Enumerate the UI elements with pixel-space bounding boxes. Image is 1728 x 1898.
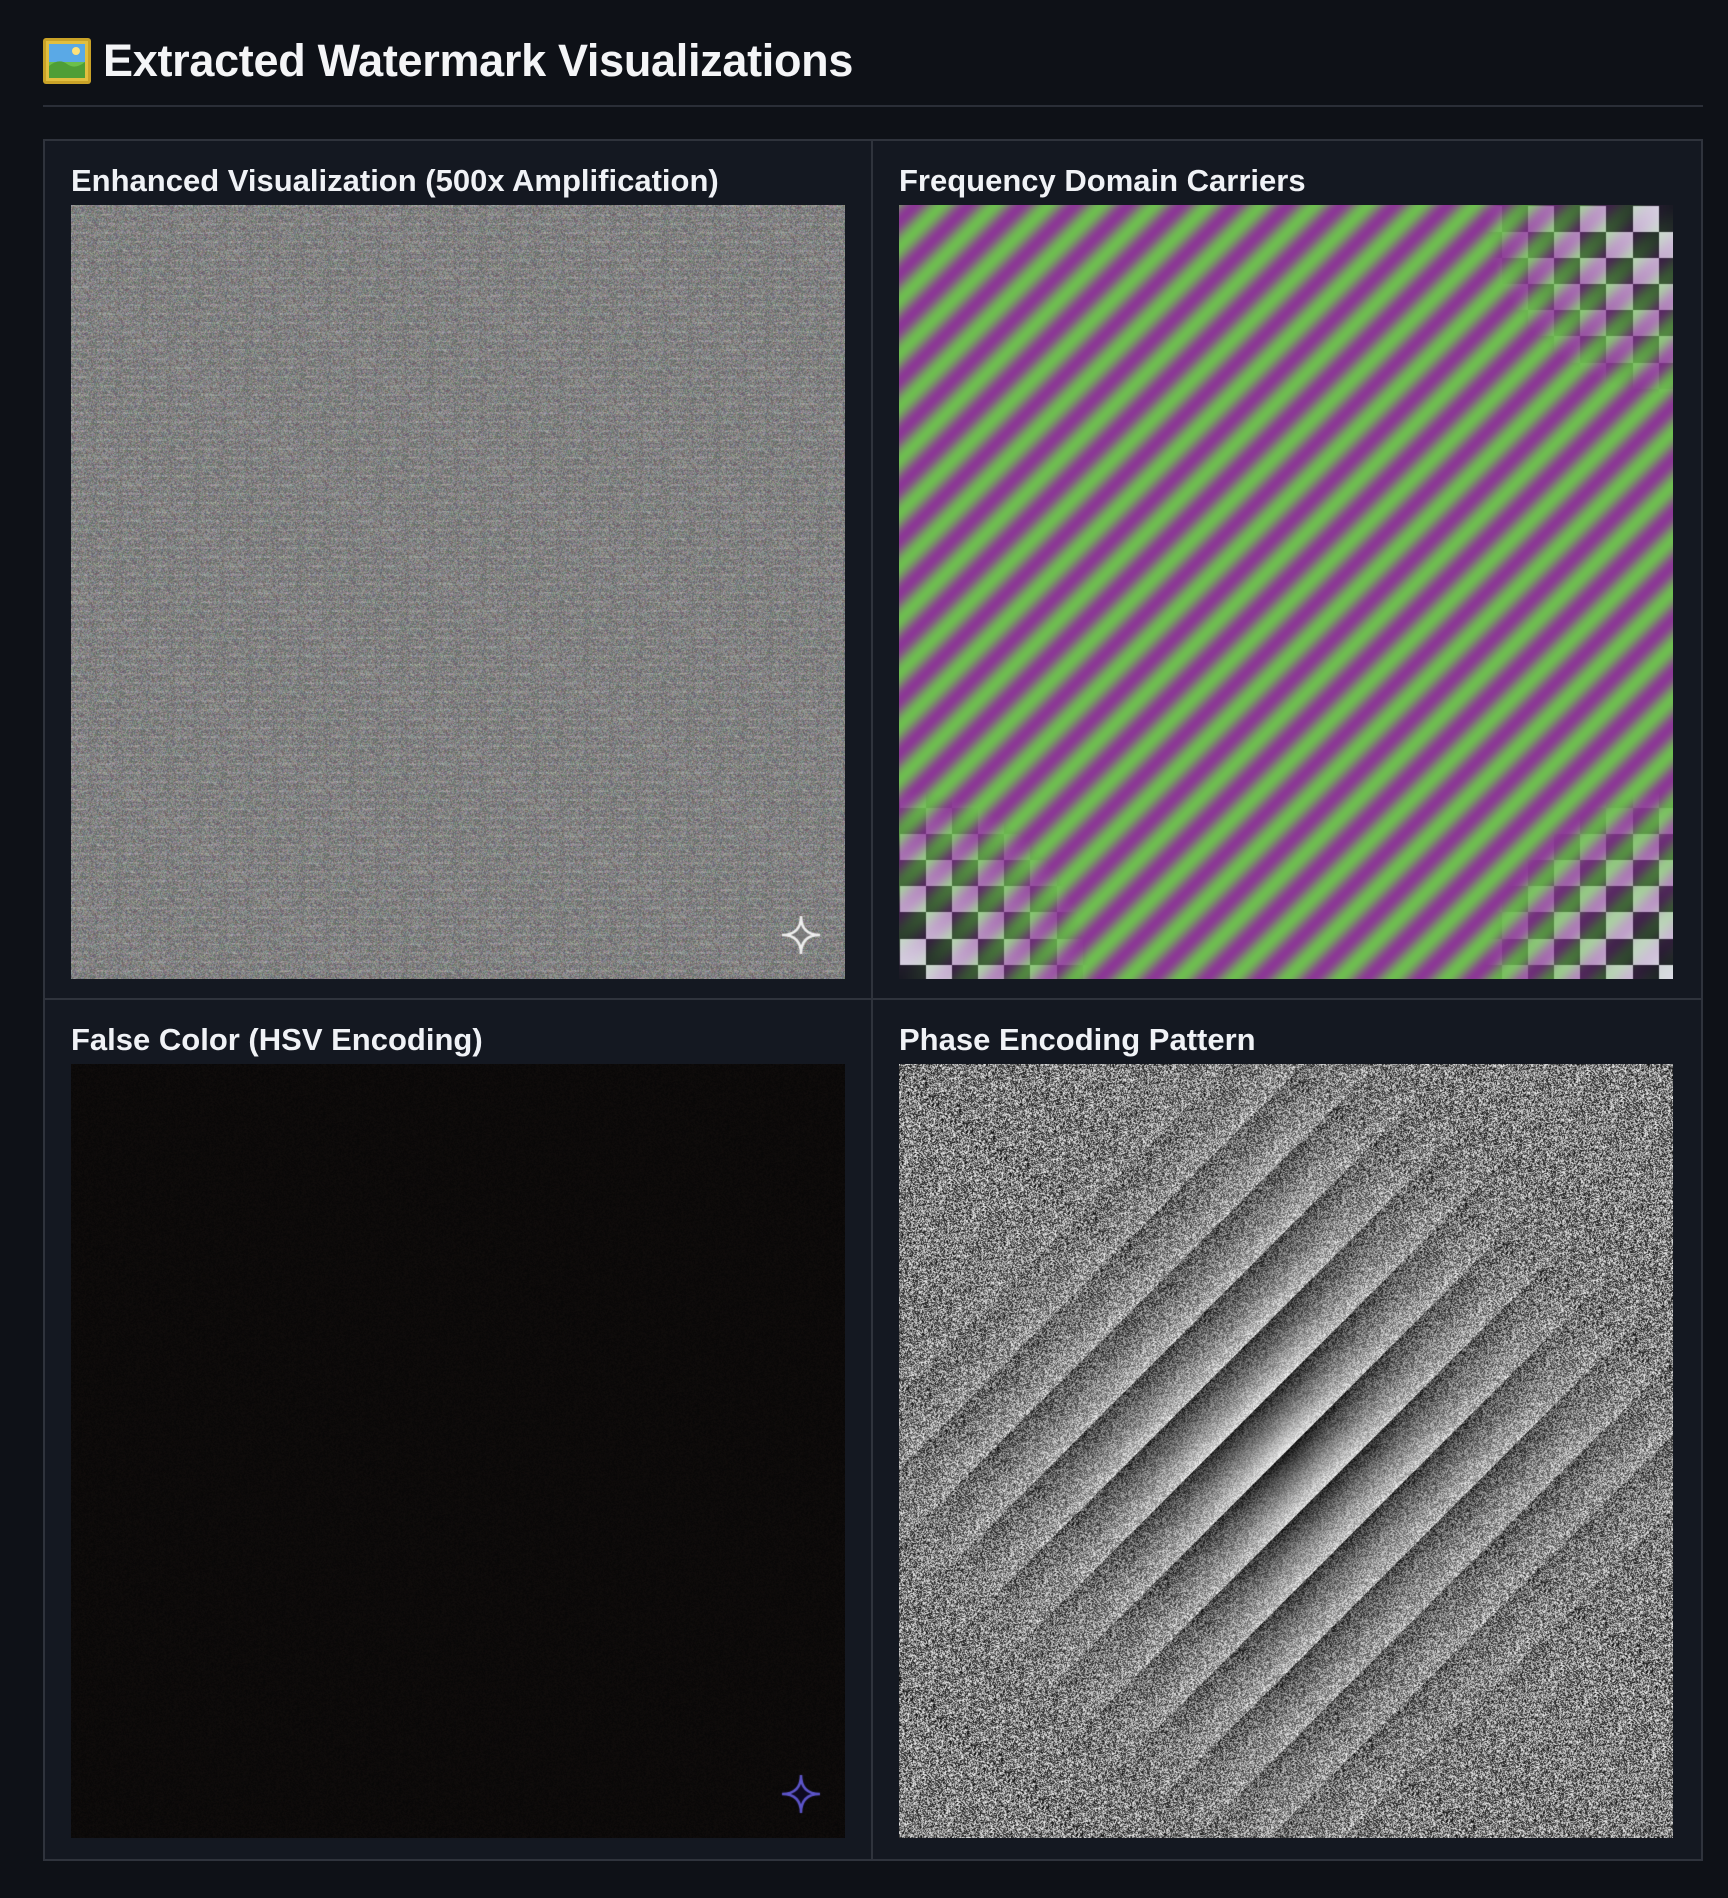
heading-divider [43, 105, 1703, 107]
visualization-grid: Enhanced Visualization (500x Amplificati… [43, 139, 1703, 1861]
page-heading: Extracted Watermark Visualizations [43, 28, 853, 94]
panel-enhanced: Enhanced Visualization (500x Amplificati… [45, 141, 873, 1000]
panel-title: Enhanced Visualization (500x Amplificati… [71, 163, 719, 198]
framed-picture-icon [43, 38, 91, 84]
false-color-image [71, 1064, 845, 1838]
panel-title: Phase Encoding Pattern [899, 1022, 1256, 1057]
panel-false-color: False Color (HSV Encoding) [45, 1000, 873, 1859]
frequency-carriers-image [899, 205, 1673, 979]
phase-pattern-image [899, 1064, 1673, 1838]
panel-title: False Color (HSV Encoding) [71, 1022, 483, 1057]
panel-title: Frequency Domain Carriers [899, 163, 1306, 198]
panel-phase: Phase Encoding Pattern [873, 1000, 1701, 1859]
page: Extracted Watermark Visualizations Enhan… [0, 0, 1728, 1898]
page-title: Extracted Watermark Visualizations [103, 35, 854, 86]
enhanced-visualization-image [71, 205, 845, 979]
panel-frequency: Frequency Domain Carriers [873, 141, 1701, 1000]
